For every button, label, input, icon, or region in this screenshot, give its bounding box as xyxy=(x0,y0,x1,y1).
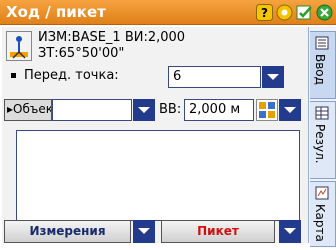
tab-input[interactable]: Ввод xyxy=(310,31,336,99)
help-icon[interactable]: ? xyxy=(256,4,273,21)
stake-button-label: Пикет xyxy=(197,224,239,238)
tab-map-label: Карта xyxy=(313,204,327,242)
grid-icon xyxy=(259,102,275,118)
tab-results-label: Резул. xyxy=(313,124,327,164)
svg-text:?: ? xyxy=(261,6,268,20)
backsight-dropdown-button[interactable] xyxy=(262,66,284,88)
settings-icon[interactable] xyxy=(276,4,293,21)
notes-area[interactable] xyxy=(16,130,300,221)
bullet-marker xyxy=(11,73,16,78)
list-icon xyxy=(315,36,329,50)
backsight-field[interactable]: 6 xyxy=(168,66,261,88)
map-icon xyxy=(315,186,329,200)
measure-button-label: Измерения xyxy=(29,224,106,238)
stake-dropdown-button[interactable] xyxy=(279,220,301,243)
window-title: Ход / пикет xyxy=(6,3,106,21)
object-field[interactable] xyxy=(52,99,132,121)
table-icon xyxy=(315,106,329,120)
surveyor-icon xyxy=(10,36,28,59)
object-label: Объек xyxy=(13,102,52,116)
close-icon[interactable] xyxy=(316,4,333,21)
side-tabs: Ввод Резул. Карта xyxy=(308,27,336,247)
edit-icon[interactable] xyxy=(296,4,313,21)
measure-dropdown-button[interactable] xyxy=(133,220,155,243)
stake-button[interactable]: Пикет xyxy=(161,220,275,243)
station-icon-button[interactable] xyxy=(6,31,32,61)
station-info-line2: ЗТ:65°50'00" xyxy=(38,46,125,61)
tab-results[interactable]: Резул. xyxy=(310,101,336,179)
height-field[interactable]: 2,000 м xyxy=(184,99,254,121)
tab-map[interactable]: Карта xyxy=(310,181,336,247)
backsight-label: Перед. точка: xyxy=(24,68,119,83)
title-bar: Ход / пикет ? xyxy=(0,0,336,25)
code-list-button[interactable] xyxy=(256,99,278,121)
height-label: ВВ: xyxy=(159,102,182,117)
tab-input-label: Ввод xyxy=(313,54,327,85)
height-dropdown-button[interactable] xyxy=(279,99,301,121)
station-info-line1: ИЗМ:BASE_1 ВИ:2,000 xyxy=(38,30,186,45)
station-panel: ИЗМ:BASE_1 ВИ:2,000 ЗТ:65°50'00" Перед. … xyxy=(2,27,308,243)
measure-button[interactable]: Измерения xyxy=(4,220,131,243)
object-selector[interactable]: ▸Объек xyxy=(4,99,52,121)
object-dropdown-button[interactable] xyxy=(133,99,155,121)
